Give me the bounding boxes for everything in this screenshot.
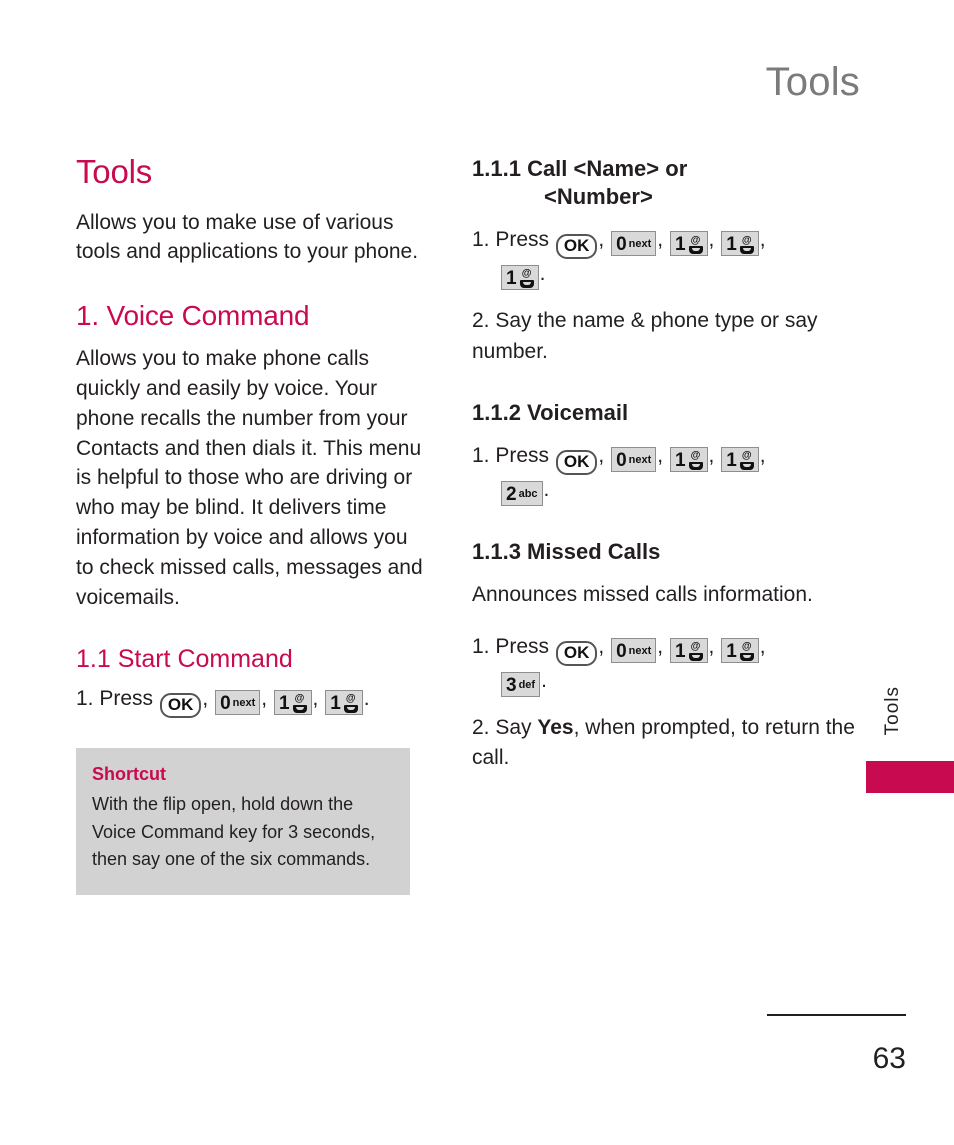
comma: , bbox=[598, 444, 605, 468]
comma: , bbox=[708, 228, 715, 252]
one-voicemail-key-icon: 1 @ bbox=[669, 638, 708, 663]
section-heading-voice-command: 1. Voice Command bbox=[76, 300, 310, 332]
page-content: Tools Allows you to make use of various … bbox=[76, 153, 866, 896]
one-voicemail-key-icon: 1 @ bbox=[669, 447, 708, 473]
missed-calls-step-1: 1. Press OK, 0 next, 1 @, 1 @, 3 def. bbox=[472, 632, 866, 697]
subsection-title-line-2: <Number> bbox=[544, 184, 653, 210]
mailbox-icon bbox=[739, 461, 754, 470]
one-voicemail-key-icon: 1 @ bbox=[273, 689, 312, 715]
one-voicemail-key-icon: 1 @ bbox=[325, 689, 363, 715]
zero-next-key-icon: 0 next bbox=[611, 447, 657, 473]
comma: , bbox=[657, 635, 664, 658]
step-prefix: 2. Say bbox=[472, 715, 538, 739]
mailbox-icon bbox=[343, 704, 358, 713]
shortcut-label: Shortcut bbox=[92, 763, 166, 784]
subsection-heading-start-command: 1.1 Start Command bbox=[76, 645, 293, 674]
ok-key-icon: OK bbox=[159, 692, 202, 718]
mailbox-icon bbox=[739, 652, 754, 661]
thumb-tab-bar bbox=[866, 761, 954, 793]
step-prefix: 1. Press bbox=[472, 228, 550, 252]
step-continuation: 2 abc. bbox=[472, 475, 866, 507]
folio-rule bbox=[767, 1014, 906, 1016]
right-column: 1.1.1 Call <Name> or <Number> 1. Press O… bbox=[472, 155, 866, 895]
step-prefix: 1. Press bbox=[472, 444, 550, 468]
mailbox-icon bbox=[688, 652, 703, 661]
start-command-step-1: 1. Press OK, 0 next, 1 @, 1 @. bbox=[76, 684, 424, 718]
page-title: Tools bbox=[76, 153, 153, 190]
intro-paragraph: Allows you to make use of various tools … bbox=[76, 210, 419, 264]
ok-key-icon: OK bbox=[555, 234, 598, 260]
one-voicemail-key-icon: 1 @ bbox=[721, 447, 759, 473]
comma: , bbox=[759, 635, 766, 658]
mailbox-icon bbox=[688, 461, 703, 470]
voicemail-step-1: 1. Press OK, 0 next, 1 @, 1 @, 2 abc. bbox=[472, 441, 866, 507]
comma: , bbox=[759, 444, 766, 468]
subsection-heading-missed-calls: 1.1.3 Missed Calls bbox=[472, 539, 661, 565]
comma: , bbox=[759, 228, 766, 252]
step-prefix: 1. Press bbox=[472, 635, 550, 658]
zero-next-key-icon: 0 next bbox=[611, 231, 657, 257]
mailbox-icon bbox=[739, 246, 754, 255]
section-body-voice-command: Allows you to make phone calls quickly a… bbox=[76, 347, 423, 609]
one-voicemail-key-icon: 1 @ bbox=[501, 265, 539, 291]
step-continuation: 1 @. bbox=[472, 259, 866, 291]
subsection-title-line-1: Call <Name> or bbox=[527, 156, 688, 181]
page-number: 63 bbox=[872, 1042, 906, 1075]
step-emphasis: Yes bbox=[537, 715, 574, 739]
thumb-tab-label: Tools bbox=[882, 686, 903, 736]
comma: , bbox=[202, 686, 209, 710]
step-prefix: 1. Press bbox=[76, 686, 154, 710]
call-name-step-2: 2. Say the name & phone type or say numb… bbox=[472, 309, 818, 363]
call-name-step-1: 1. Press OK, 0 next, 1 @, 1 @, 1 @. bbox=[472, 225, 866, 291]
running-head: Tools bbox=[765, 60, 860, 104]
step-continuation: 3 def. bbox=[472, 666, 866, 697]
mailbox-icon bbox=[292, 704, 307, 713]
step-suffix: . bbox=[541, 668, 547, 692]
step-suffix: . bbox=[539, 262, 546, 286]
one-voicemail-key-icon: 1 @ bbox=[669, 231, 708, 257]
comma: , bbox=[657, 444, 664, 468]
one-voicemail-key-icon: 1 @ bbox=[721, 231, 759, 257]
comma: , bbox=[261, 686, 268, 710]
three-def-key-icon: 3 def bbox=[501, 671, 541, 697]
comma: , bbox=[598, 635, 605, 658]
zero-next-key-icon: 0 next bbox=[611, 638, 657, 663]
missed-calls-body: Announces missed calls information. bbox=[472, 583, 813, 607]
step-suffix: . bbox=[363, 686, 370, 710]
two-abc-key-icon: 2 abc bbox=[501, 481, 543, 507]
shortcut-callout: Shortcut With the flip open, hold down t… bbox=[76, 747, 410, 896]
comma: , bbox=[708, 635, 715, 658]
shortcut-text: With the flip open, hold down the Voice … bbox=[92, 794, 376, 870]
comma: , bbox=[312, 686, 319, 710]
step-suffix: . bbox=[543, 478, 550, 502]
subsection-heading-call-name-or-number: 1.1.1 Call <Name> or <Number> bbox=[472, 155, 866, 211]
comma: , bbox=[598, 228, 605, 252]
missed-calls-step-2: 2. Say Yes, when prompted, to return the… bbox=[472, 713, 866, 774]
mailbox-icon bbox=[519, 279, 534, 288]
subsection-heading-voicemail: 1.1.2 Voicemail bbox=[472, 400, 629, 426]
comma: , bbox=[708, 444, 715, 468]
mailbox-icon bbox=[688, 246, 703, 255]
ok-key-icon: OK bbox=[555, 450, 598, 476]
subsection-number: 1.1.1 bbox=[472, 156, 521, 181]
zero-next-key-icon: 0 next bbox=[215, 689, 261, 715]
left-column: Tools Allows you to make use of various … bbox=[76, 153, 424, 896]
ok-key-icon: OK bbox=[555, 641, 598, 666]
comma: , bbox=[657, 228, 664, 252]
one-voicemail-key-icon: 1 @ bbox=[721, 638, 759, 663]
thumb-tab: Tools bbox=[864, 686, 954, 740]
